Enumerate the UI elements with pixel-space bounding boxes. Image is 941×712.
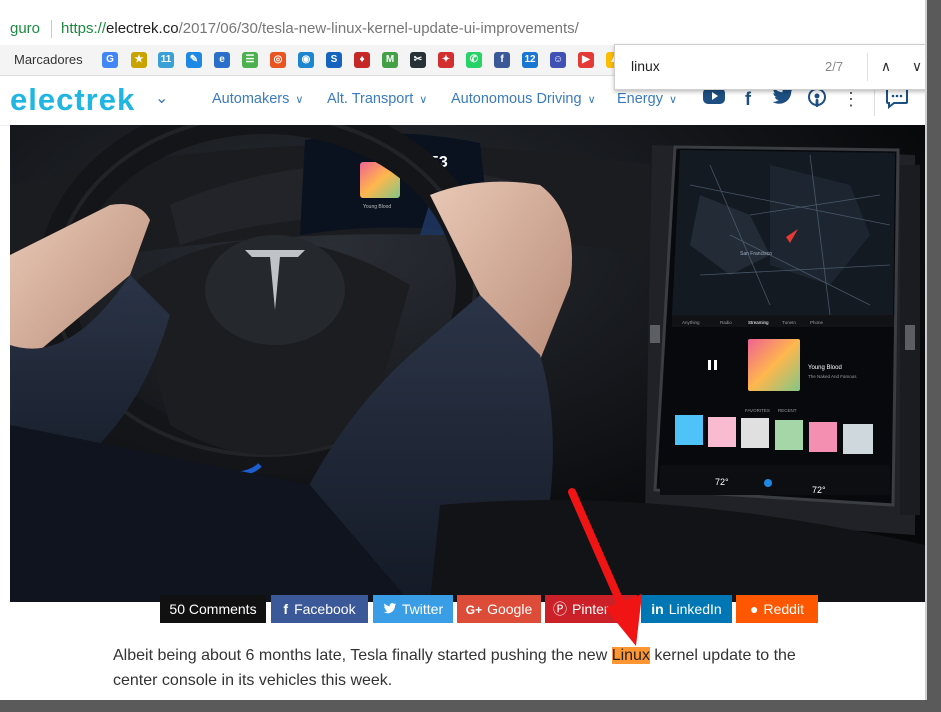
url-domain: electrek.co bbox=[106, 20, 179, 37]
twitter-share-label: Twitter bbox=[401, 601, 444, 617]
blue-pen-icon[interactable]: ✎ bbox=[186, 52, 202, 68]
nav-energy[interactable]: Energy ∨ bbox=[617, 91, 677, 107]
favorites-label: FAVORITES bbox=[745, 408, 770, 413]
google-share-label: Google bbox=[487, 601, 533, 617]
linkedin-icon: in bbox=[651, 601, 664, 617]
linkedin-share-button[interactable]: in LinkedIn bbox=[641, 595, 732, 623]
reddit-icon: ● bbox=[750, 601, 759, 617]
media-tab-phone: Phone bbox=[810, 320, 824, 325]
youtube-icon[interactable] bbox=[702, 87, 726, 111]
media-tab-tunein: TuneIn bbox=[782, 320, 796, 325]
address-divider bbox=[51, 20, 52, 38]
twitter-share-button[interactable]: Twitter bbox=[373, 595, 453, 623]
calendar-icon[interactable]: 11 bbox=[158, 52, 174, 68]
climate-left-temp: 72° bbox=[715, 477, 729, 487]
article-paragraph: Albeit being about 6 months late, Tesla … bbox=[113, 643, 833, 693]
chevron-down-icon: ∨ bbox=[587, 94, 596, 106]
find-match-count: 2/7 bbox=[825, 59, 844, 74]
url-scheme: https:// bbox=[61, 20, 107, 37]
twitter-icon[interactable] bbox=[771, 87, 795, 111]
comments-icon[interactable] bbox=[884, 87, 910, 111]
cluster-song: Young Blood bbox=[363, 204, 391, 210]
yellow-figure-icon[interactable]: ★ bbox=[131, 52, 147, 68]
calendar-12-icon[interactable]: 12 bbox=[522, 52, 538, 68]
youtube-icon[interactable]: ▶ bbox=[578, 52, 594, 68]
hero-image: 53 Young Blood San Francisco Anything Ra… bbox=[10, 125, 925, 602]
google-icon[interactable]: G bbox=[102, 52, 118, 68]
secure-label[interactable]: guro bbox=[10, 20, 40, 37]
find-bar: linux 2/7 ∧ ∨ bbox=[614, 44, 927, 90]
green-m-icon[interactable]: M bbox=[382, 52, 398, 68]
android-icon[interactable]: ☰ bbox=[242, 52, 258, 68]
nav-alt-transport[interactable]: Alt. Transport ∨ bbox=[327, 91, 427, 107]
chevron-down-icon[interactable]: ∨ bbox=[904, 53, 927, 79]
google-plus-icon: G+ bbox=[465, 603, 483, 617]
nav-label: Autonomous Driving bbox=[451, 91, 582, 107]
podcast-icon[interactable] bbox=[806, 87, 828, 111]
site-logo[interactable]: electrek bbox=[10, 82, 135, 118]
twitter-share-icon bbox=[383, 601, 397, 617]
address-bar[interactable]: guro https://electrek.co/2017/06/30/tesl… bbox=[0, 13, 927, 46]
linkedin-share-label: LinkedIn bbox=[668, 601, 722, 617]
blue-e-icon[interactable]: e bbox=[214, 52, 230, 68]
media-tab-radio: Radio bbox=[720, 320, 732, 325]
nav-label: Automakers bbox=[212, 91, 290, 107]
bookmarks-label[interactable]: Marcadores bbox=[14, 52, 83, 67]
swirl-icon[interactable]: S bbox=[326, 52, 342, 68]
facebook-share-label: Facebook bbox=[294, 601, 356, 617]
red-square-icon[interactable]: ✦ bbox=[438, 52, 454, 68]
chevron-down-icon: ∨ bbox=[295, 94, 304, 106]
nav-automakers[interactable]: Automakers ∨ bbox=[212, 91, 303, 107]
chevron-up-icon[interactable]: ∧ bbox=[873, 53, 899, 79]
media-tab-anything: Anything bbox=[682, 320, 700, 325]
red-app-icon[interactable]: ♦ bbox=[354, 52, 370, 68]
tesla-interior-illustration: 53 Young Blood San Francisco Anything Ra… bbox=[10, 125, 925, 602]
facebook-bookmark-icon[interactable]: f bbox=[494, 52, 510, 68]
now-playing-title: Young Blood bbox=[808, 365, 842, 371]
climate-right-temp: 72° bbox=[812, 485, 826, 495]
nav-label: Energy bbox=[617, 91, 663, 107]
find-divider bbox=[867, 53, 868, 81]
now-playing-artist: The Naked And Famous bbox=[808, 374, 857, 379]
facebook-icon[interactable]: f bbox=[738, 87, 758, 111]
reddit-share-button[interactable]: ● Reddit bbox=[736, 595, 818, 623]
scissors-icon[interactable]: ✂ bbox=[410, 52, 426, 68]
chevron-down-icon: ∨ bbox=[419, 94, 428, 106]
find-input[interactable]: linux bbox=[631, 58, 660, 74]
article-text-before: Albeit being about 6 months late, Tesla … bbox=[113, 647, 612, 664]
ubuntu-icon[interactable]: ◎ bbox=[270, 52, 286, 68]
facebook-share-button[interactable]: f Facebook bbox=[271, 595, 368, 623]
nav-autonomous-driving[interactable]: Autonomous Driving ∨ bbox=[451, 91, 596, 107]
comments-button[interactable]: 50 Comments bbox=[160, 595, 266, 623]
more-vertical-icon[interactable]: ⋮ bbox=[842, 87, 860, 111]
comments-label: 50 Comments bbox=[169, 601, 257, 617]
reddit-share-label: Reddit bbox=[763, 601, 804, 617]
whatsapp-icon[interactable]: ✆ bbox=[466, 52, 482, 68]
contacts-icon[interactable]: ☺ bbox=[550, 52, 566, 68]
url-text[interactable]: https://electrek.co/2017/06/30/tesla-new… bbox=[61, 20, 579, 37]
browser-window: guro https://electrek.co/2017/06/30/tesl… bbox=[0, 0, 927, 700]
chevron-down-icon: ∨ bbox=[668, 94, 678, 106]
media-tab-streaming: Streaming bbox=[748, 320, 769, 325]
window-edge bbox=[925, 0, 927, 700]
nav-label: Alt. Transport bbox=[327, 91, 414, 107]
google-share-button[interactable]: G+ Google bbox=[457, 595, 541, 623]
blue-circle-icon[interactable]: ◉ bbox=[298, 52, 314, 68]
recent-label: RECENT bbox=[778, 408, 797, 413]
map-label: San Francisco bbox=[740, 251, 772, 257]
logo-chevron-down-icon[interactable]: ⌄ bbox=[155, 88, 168, 108]
red-arrow-annotation bbox=[568, 488, 642, 646]
facebook-share-icon: f bbox=[283, 601, 289, 617]
url-path: /2017/06/30/tesla-new-linux-kernel-updat… bbox=[178, 20, 579, 37]
